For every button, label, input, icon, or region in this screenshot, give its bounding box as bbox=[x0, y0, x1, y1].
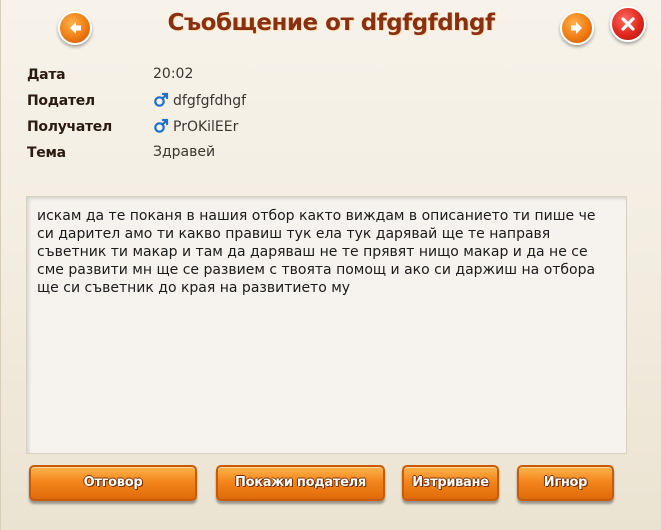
close-button[interactable] bbox=[610, 6, 646, 42]
arrow-left-icon bbox=[70, 22, 81, 34]
message-body-box[interactable]: искам да те поканя в нашия отбор както в… bbox=[26, 196, 627, 454]
male-icon bbox=[154, 118, 169, 133]
message-window: Съобщение от dfgfgfdhgf Дата 20:02 Подат… bbox=[0, 0, 661, 530]
show-sender-button[interactable]: Покажи подателя bbox=[216, 465, 385, 501]
previous-message-button[interactable] bbox=[58, 11, 92, 45]
sender-name[interactable]: dfgfgfdhgf bbox=[173, 93, 246, 109]
date-value: 20:02 bbox=[153, 66, 194, 82]
sender-label: Подател bbox=[27, 93, 95, 109]
subject-value: Здравей bbox=[153, 144, 216, 160]
close-icon bbox=[621, 17, 635, 31]
date-label: Дата bbox=[27, 67, 66, 83]
arrow-right-icon bbox=[571, 22, 582, 34]
recipient-label: Получател bbox=[27, 119, 112, 135]
next-message-button[interactable] bbox=[560, 11, 594, 45]
male-icon bbox=[154, 92, 169, 107]
subject-label: Тема bbox=[27, 145, 66, 161]
recipient-field[interactable]: PrOKilEEr bbox=[153, 118, 238, 135]
reply-button[interactable]: Отговор bbox=[29, 465, 197, 501]
delete-button[interactable]: Изтриване bbox=[402, 465, 499, 501]
ignore-button[interactable]: Игнор bbox=[517, 465, 614, 501]
recipient-name[interactable]: PrOKilEEr bbox=[173, 119, 238, 135]
message-body-text: искам да те поканя в нашия отбор както в… bbox=[37, 208, 600, 296]
page-title: Съобщение от dfgfgfdhgf bbox=[167, 10, 495, 36]
sender-field[interactable]: dfgfgfdhgf bbox=[153, 92, 246, 109]
